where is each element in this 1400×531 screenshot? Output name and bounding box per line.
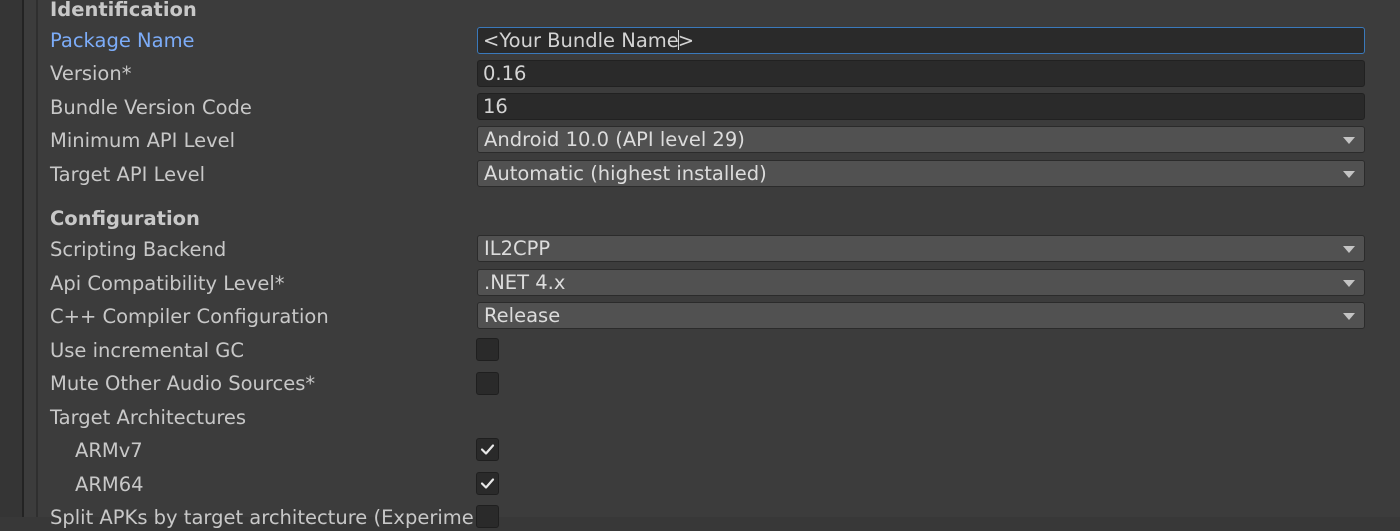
version-input[interactable]: 0.16	[477, 60, 1365, 87]
left-gutter	[0, 0, 24, 517]
package-name-input[interactable]: <Your Bundle Name>	[477, 27, 1365, 54]
use-incremental-gc-label: Use incremental GC	[50, 339, 245, 362]
bundle-version-code-input[interactable]: 16	[477, 93, 1365, 120]
mute-other-audio-sources-checkbox[interactable]	[476, 372, 499, 395]
bundle-version-code-label: Bundle Version Code	[50, 96, 252, 119]
package-name-value-start: <Your Bundle Name	[483, 29, 679, 52]
api-compatibility-level-value: .NET 4.x	[484, 271, 566, 294]
arm64-checkbox[interactable]	[476, 472, 499, 495]
armv7-label: ARMv7	[75, 439, 143, 462]
target-api-level-label: Target API Level	[50, 163, 206, 186]
split-apks-label: Split APKs by target architecture (Exper…	[50, 506, 474, 529]
target-api-level-value: Automatic (highest installed)	[484, 162, 767, 185]
package-name-value-end: >	[677, 29, 695, 52]
checkmark-icon	[480, 478, 495, 489]
chevron-down-icon	[1343, 246, 1355, 253]
use-incremental-gc-checkbox[interactable]	[476, 338, 499, 361]
target-api-level-dropdown[interactable]: Automatic (highest installed)	[477, 160, 1365, 187]
target-architectures-label: Target Architectures	[50, 406, 247, 429]
scripting-backend-dropdown[interactable]: IL2CPP	[477, 235, 1365, 262]
scripting-backend-value: IL2CPP	[484, 237, 551, 260]
package-name-label: Package Name	[50, 29, 195, 52]
configuration-header: Configuration	[50, 207, 200, 230]
chevron-down-icon	[1343, 171, 1355, 178]
minimum-api-level-label: Minimum API Level	[50, 129, 236, 152]
identification-header: Identification	[50, 0, 197, 21]
chevron-down-icon	[1343, 313, 1355, 320]
armv7-checkbox[interactable]	[476, 438, 499, 461]
checkmark-icon	[480, 444, 495, 455]
chevron-down-icon	[1343, 137, 1355, 144]
player-settings-panel: Identification Package Name <Your Bundle…	[0, 0, 1400, 529]
scripting-backend-label: Scripting Backend	[50, 238, 227, 261]
cpp-compiler-configuration-label: C++ Compiler Configuration	[50, 305, 329, 328]
api-compatibility-level-dropdown[interactable]: .NET 4.x	[477, 269, 1365, 296]
arm64-label: ARM64	[75, 473, 144, 496]
chevron-down-icon	[1343, 280, 1355, 287]
minimum-api-level-value: Android 10.0 (API level 29)	[484, 128, 745, 151]
cpp-compiler-configuration-dropdown[interactable]: Release	[477, 302, 1365, 329]
version-label: Version*	[50, 62, 132, 85]
minimum-api-level-dropdown[interactable]: Android 10.0 (API level 29)	[477, 126, 1365, 153]
api-compatibility-level-label: Api Compatibility Level*	[50, 272, 285, 295]
panel-divider	[36, 0, 38, 517]
cpp-compiler-configuration-value: Release	[484, 304, 561, 327]
mute-other-audio-sources-label: Mute Other Audio Sources*	[50, 372, 316, 395]
